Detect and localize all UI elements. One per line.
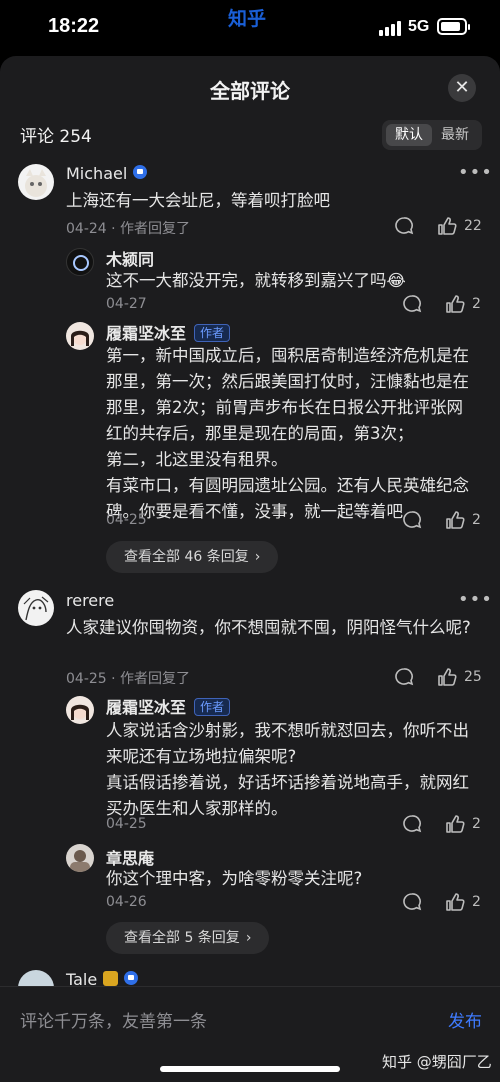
thumb-up-icon [438,217,457,235]
comment-meta: 04-25 · 作者回复了 [66,671,191,687]
reply-icon[interactable] [402,294,422,314]
chevron-right-icon: › [254,549,261,565]
view-all-replies-button[interactable]: 查看全部 5 条回复 › [106,922,270,954]
signal-icon [379,20,403,36]
avatar[interactable] [66,696,94,724]
avatar[interactable] [18,164,54,200]
close-button[interactable]: ✕ [448,74,476,102]
comment-input[interactable]: 评论千万条，友善第一条 [20,1007,207,1032]
like-count: 2 [472,816,481,832]
reply-author-name[interactable]: 履霜坚冰至 作者 [106,320,231,344]
like-count: 2 [472,894,481,910]
more-options-icon[interactable]: ••• [458,589,493,610]
crown-badge-icon [103,971,119,986]
reply-author-name-text: 履霜坚冰至 [106,324,187,343]
author-replied-label: 作者回复了 [120,221,191,237]
sketch-avatar-icon [23,596,49,621]
reply-paragraph: 人家说话含沙射影，我不想听就怼回去，你听不出来呢还有立场地拉偏架呢? [106,721,469,766]
reply-paragraph: 第一，新中国成立后，囤积居奇制造经济危机是在那里，第一次；然后跟美国打仗时，汪慷… [106,346,469,443]
publish-button[interactable]: 发布 [448,1007,482,1032]
author-name[interactable]: Michael [66,164,148,183]
reply-text: 人家说话含沙射影，我不想听就怼回去，你听不出来呢还有立场地拉偏架呢? 真话假话掺… [106,718,476,822]
like-count: 2 [472,296,481,312]
comment-date: 04-25 [66,671,107,687]
reply-author-name[interactable]: 履霜坚冰至 作者 [106,694,231,718]
avatar[interactable] [66,248,94,276]
like-count: 22 [464,218,482,234]
avatar[interactable] [66,322,94,350]
reply-text: 你这个理中客，为啥零粉零关注呢? [106,869,363,888]
thumb-up-icon [446,511,465,529]
reply-icon[interactable] [402,814,422,834]
view-all-replies-button[interactable]: 查看全部 46 条回复 › [106,541,279,573]
thumb-up-icon [446,893,465,911]
reply-date: 04-27 [106,296,147,312]
watermark: 知乎 @甥囧厂乙 [382,1053,492,1071]
home-indicator [160,1066,340,1072]
comment-date: 04-24 [66,221,107,237]
avatar[interactable] [66,844,94,872]
sort-latest-tab[interactable]: 最新 [432,124,478,146]
like-button[interactable]: 2 [444,509,481,531]
battery-icon [437,18,470,35]
comments-sheet: 全部评论 ✕ 评论 254 默认 最新 Michael ••• 上海还有一大会址… [0,56,500,1082]
chevron-right-icon: › [245,930,252,946]
verified-icon [133,165,148,179]
thumb-up-icon [446,295,465,313]
author-tag: 作者 [194,324,231,342]
sort-default-tab[interactable]: 默认 [386,124,432,146]
ring-avatar-icon [73,255,89,271]
comment-count: 评论 254 [20,127,92,147]
thumb-up-icon [446,815,465,833]
reply-author-name-text: 履霜坚冰至 [106,698,187,717]
reply-icon[interactable] [394,667,414,687]
app-title: 知乎 [228,8,267,30]
reply-date: 04-26 [106,894,147,910]
like-button[interactable]: 2 [444,813,481,835]
reply-text: 这不一大都没开完，就转移到嘉兴了吗😂 [106,271,406,290]
author-name-text: Michael [66,164,128,183]
status-time: 18:22 [48,15,100,37]
reply-text: 第一，新中国成立后，囤积居奇制造经济危机是在那里，第一次；然后跟美国打仗时，汪慷… [106,343,476,525]
like-button[interactable]: 2 [444,293,481,315]
like-button[interactable]: 22 [436,215,482,237]
network-label: 5G [408,18,430,35]
verified-icon [124,971,139,985]
like-count: 25 [464,669,482,685]
like-button[interactable]: 2 [444,891,481,913]
reply-date: 04-25 [106,512,147,528]
thumb-up-icon [438,668,457,686]
reply-icon[interactable] [394,216,414,236]
comment-text: 人家建议你囤物资，你不想囤就不囤，阴阳怪气什么呢? [66,618,471,637]
reply-paragraph: 第二，北这里没有租界。 [106,450,288,469]
sort-toggle: 默认 最新 [382,120,482,150]
view-all-replies-label: 查看全部 5 条回复 [124,930,240,946]
view-all-replies-label: 查看全部 46 条回复 [124,549,249,565]
cat-avatar-icon [25,169,47,197]
reply-author-name[interactable]: 木颍同 [106,246,154,270]
author-name[interactable]: rerere [66,591,114,610]
photo-avatar-icon [70,850,90,872]
girl-avatar-icon [71,330,89,346]
like-count: 2 [472,512,481,528]
reply-date: 04-25 [106,816,147,832]
status-bar: 18:22 知乎 5G [0,0,500,56]
avatar[interactable] [18,590,54,626]
reply-icon[interactable] [402,892,422,912]
like-button[interactable]: 25 [436,666,482,688]
author-replied-label: 作者回复了 [120,671,191,687]
comment-meta: 04-24 · 作者回复了 [66,221,191,237]
author-tag: 作者 [194,698,231,716]
comment-text: 上海还有一大会址尼，等着呗打脸吧 [66,191,330,210]
sheet-title: 全部评论 [210,79,290,103]
more-options-icon[interactable]: ••• [458,162,493,183]
girl-avatar-icon [71,704,89,720]
reply-icon[interactable] [402,510,422,530]
